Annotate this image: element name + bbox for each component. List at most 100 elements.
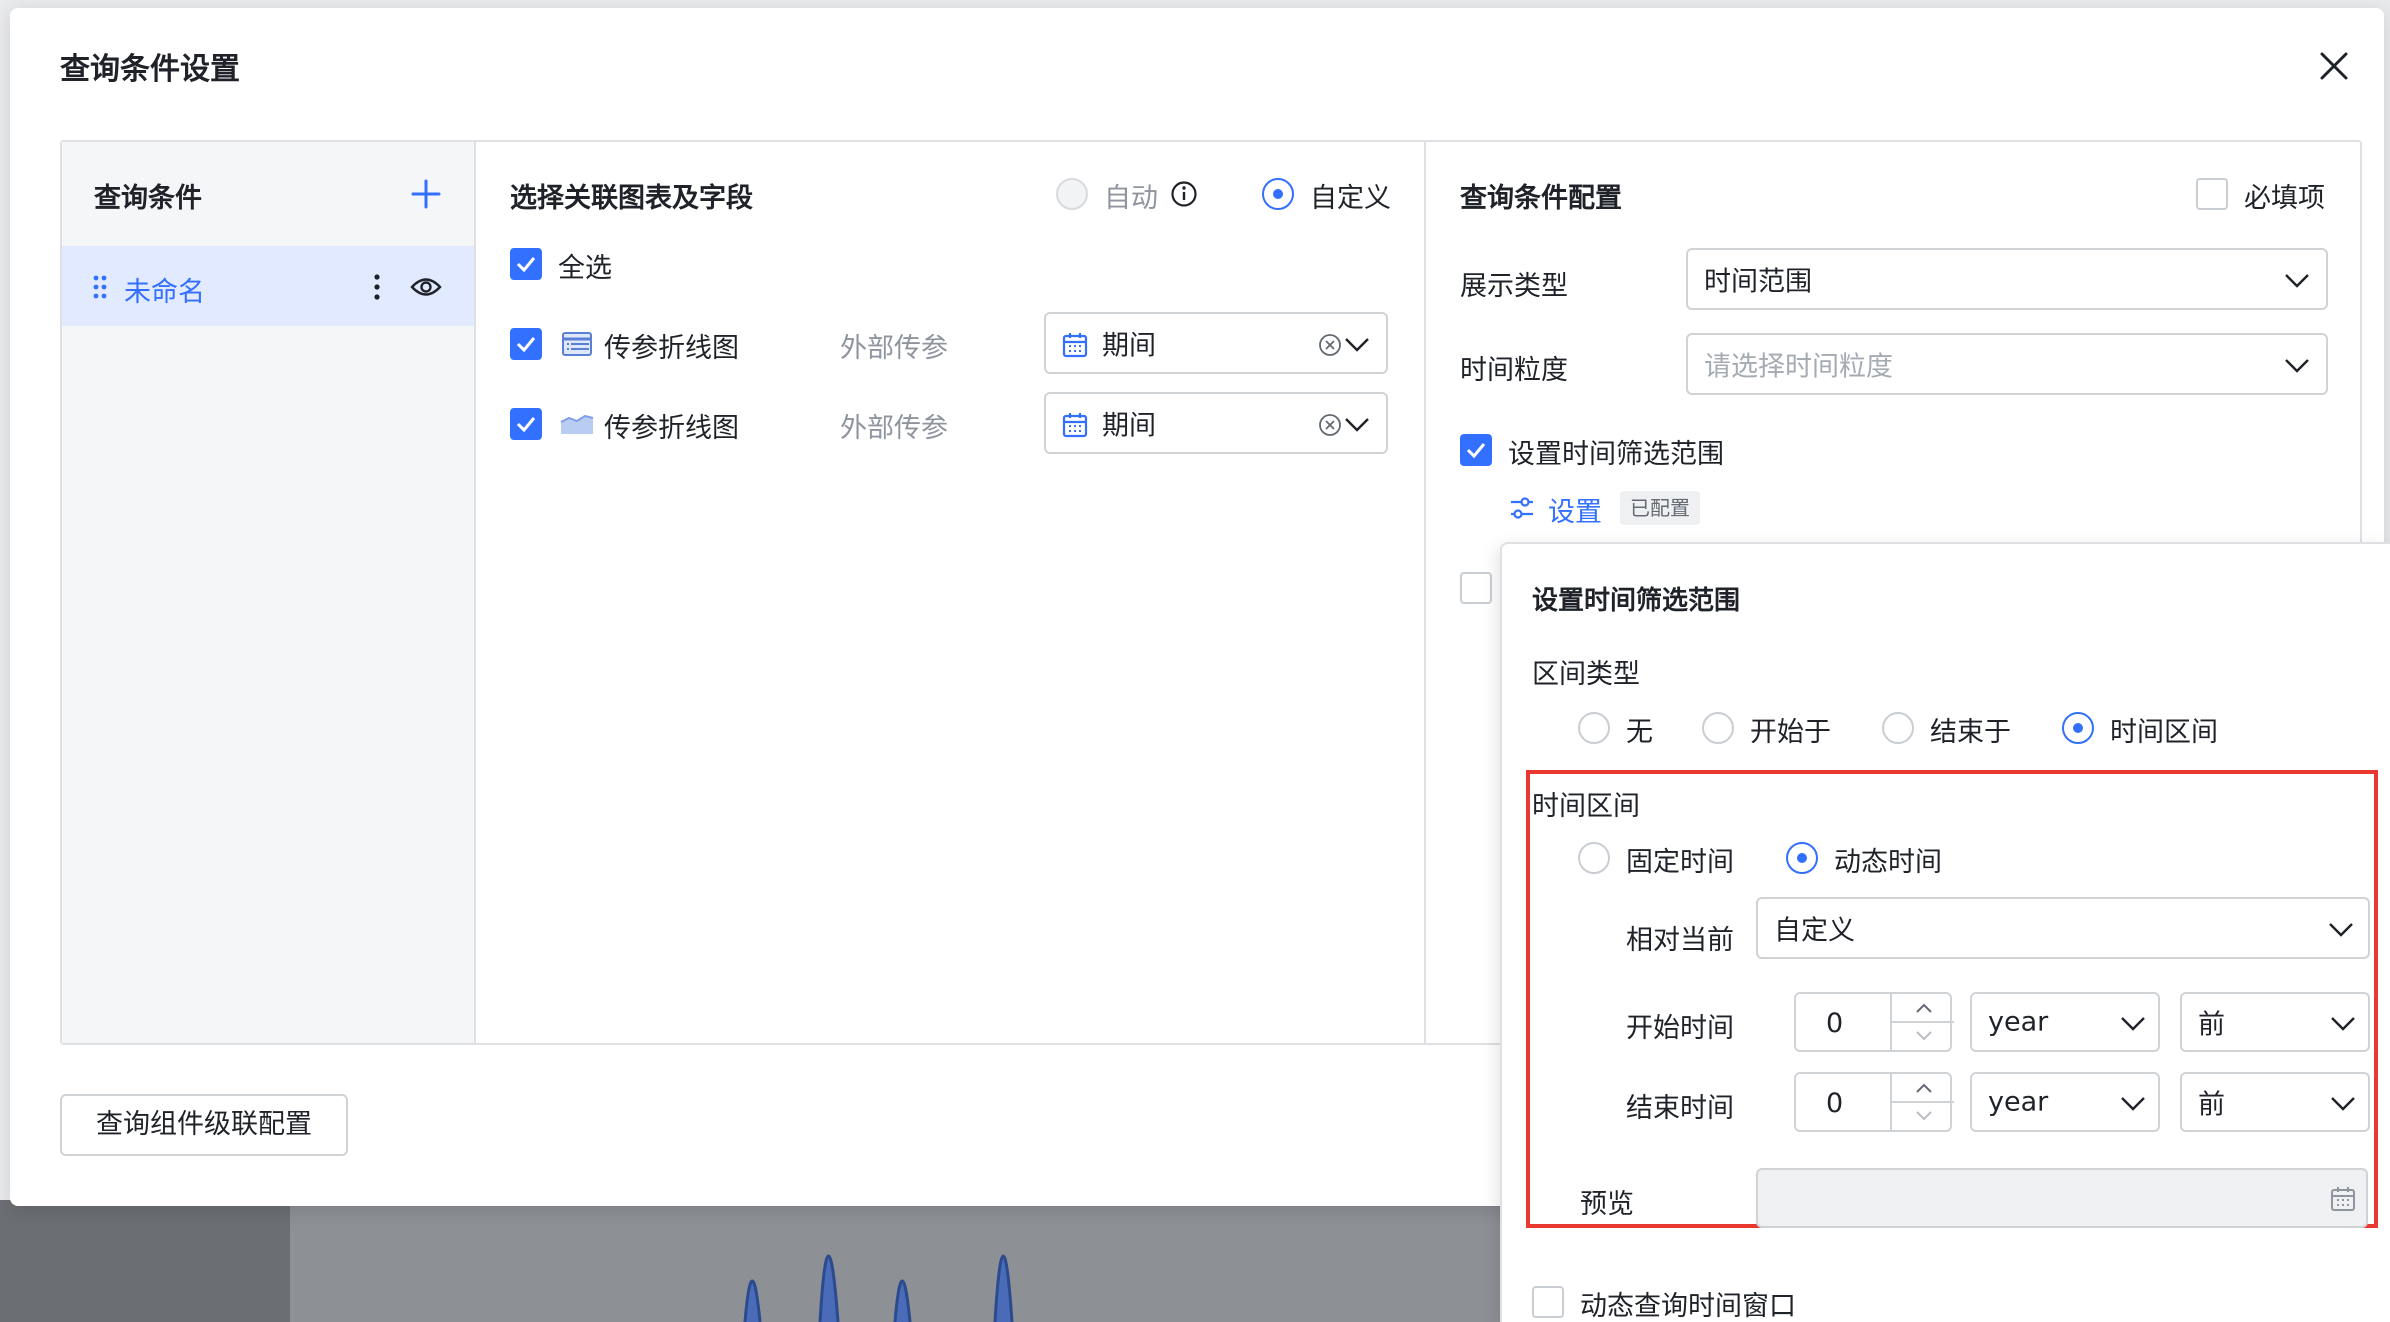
relative-value: 自定义 <box>1774 915 1855 947</box>
chevron-down-icon <box>2330 1016 2356 1032</box>
start-unit-value: year <box>1988 1006 2049 1038</box>
chart-row-checkbox[interactable] <box>510 328 542 360</box>
area-chart-icon <box>560 412 594 440</box>
time-granularity-label: 时间粒度 <box>1460 355 1568 386</box>
configured-tag: 已配置 <box>1620 491 1700 525</box>
start-time-label: 开始时间 <box>1626 1013 1734 1044</box>
end-unit-select[interactable]: year <box>1970 1072 2160 1132</box>
dynamic-time-radio[interactable] <box>1786 842 1818 874</box>
time-filter-label: 设置时间筛选范围 <box>1508 439 1724 470</box>
add-condition-icon[interactable] <box>410 178 442 210</box>
interval-end-label: 结束于 <box>1930 717 2011 748</box>
chevron-down-icon <box>2120 1096 2146 1112</box>
increment-icon[interactable] <box>1914 1080 1934 1099</box>
interval-range-radio[interactable] <box>2062 712 2094 744</box>
cascade-config-button[interactable]: 查询组件级联配置 <box>60 1094 348 1156</box>
display-type-label: 展示类型 <box>1460 271 1568 302</box>
more-vertical-icon[interactable] <box>372 272 382 306</box>
drag-handle-icon[interactable] <box>92 274 108 304</box>
select-all-label: 全选 <box>558 253 612 284</box>
settings-sliders-icon[interactable] <box>1508 494 1536 526</box>
chart-name: 传参折线图 <box>604 413 739 444</box>
decrement-icon[interactable] <box>1914 1028 1934 1047</box>
info-icon <box>1170 180 1198 212</box>
query-conditions-title: 查询条件 <box>94 183 202 214</box>
increment-icon[interactable] <box>1914 1000 1934 1019</box>
dynamic-window-checkbox[interactable] <box>1532 1286 1564 1318</box>
required-checkbox[interactable] <box>2196 178 2228 210</box>
end-unit-value: year <box>1988 1086 2049 1118</box>
field-select[interactable]: 期间 <box>1044 312 1388 374</box>
condition-item-label: 未命名 <box>124 277 205 308</box>
time-granularity-placeholder: 请选择时间粒度 <box>1704 351 1893 383</box>
display-type-value: 时间范围 <box>1704 266 1812 298</box>
preview-field <box>1756 1168 2368 1228</box>
end-time-label: 结束时间 <box>1626 1093 1734 1124</box>
popover-title: 设置时间筛选范围 <box>1532 586 1741 616</box>
chevron-down-icon <box>2330 1096 2356 1112</box>
second-option-checkbox[interactable] <box>1460 572 1492 604</box>
select-all-checkbox[interactable] <box>510 248 542 280</box>
end-offset-stepper[interactable]: 0 <box>1794 1072 1954 1132</box>
chart-source: 外部传参 <box>840 413 948 444</box>
preview-label: 预览 <box>1580 1189 1634 1220</box>
time-filter-settings-link[interactable]: 设置 <box>1548 490 1602 529</box>
dynamic-time-label: 动态时间 <box>1834 847 1942 878</box>
start-direction-select[interactable]: 前 <box>2180 992 2370 1052</box>
table-chart-icon <box>562 332 592 360</box>
start-offset-value: 0 <box>1826 1008 1844 1039</box>
chevron-down-icon <box>1344 337 1370 353</box>
calendar-icon <box>2330 1186 2356 1216</box>
interval-range-label: 时间区间 <box>2110 717 2218 748</box>
linked-charts-title: 选择关联图表及字段 <box>510 183 753 214</box>
interval-start-label: 开始于 <box>1750 717 1831 748</box>
chevron-down-icon <box>2120 1016 2146 1032</box>
chevron-down-icon <box>1344 417 1370 433</box>
calendar-icon <box>1062 332 1088 362</box>
condition-config-title: 查询条件配置 <box>1460 183 1622 214</box>
mode-auto-label: 自动 <box>1104 183 1158 214</box>
time-filter-checkbox[interactable] <box>1460 434 1492 466</box>
interval-start-radio[interactable] <box>1702 712 1734 744</box>
end-direction-select[interactable]: 前 <box>2180 1072 2370 1132</box>
interval-section-label: 时间区间 <box>1532 791 1640 822</box>
start-unit-select[interactable]: year <box>1970 992 2160 1052</box>
chart-row-checkbox[interactable] <box>510 408 542 440</box>
chevron-down-icon <box>2284 273 2310 289</box>
modal-title: 查询条件设置 <box>60 52 240 87</box>
close-icon[interactable] <box>2316 48 2352 84</box>
decrement-icon[interactable] <box>1914 1108 1934 1127</box>
eye-icon[interactable] <box>410 274 442 304</box>
chart-source: 外部传参 <box>840 333 948 364</box>
mode-custom-label: 自定义 <box>1310 183 1391 214</box>
field-value: 期间 <box>1102 330 1156 362</box>
calendar-icon <box>1062 412 1088 442</box>
mode-auto-radio <box>1056 178 1088 210</box>
chevron-down-icon <box>2328 922 2354 938</box>
clear-icon[interactable] <box>1318 413 1342 441</box>
end-offset-value: 0 <box>1826 1088 1844 1119</box>
interval-none-label: 无 <box>1626 717 1653 748</box>
linked-charts-column <box>476 142 1426 1043</box>
end-direction-value: 前 <box>2198 1089 2225 1121</box>
interval-end-radio[interactable] <box>1882 712 1914 744</box>
fixed-time-radio[interactable] <box>1578 842 1610 874</box>
relative-select[interactable]: 自定义 <box>1756 897 2370 959</box>
dynamic-window-label: 动态查询时间窗口 <box>1580 1291 1796 1322</box>
background-chart <box>290 1200 1590 1322</box>
interval-type-label: 区间类型 <box>1532 659 1640 690</box>
interval-none-radio[interactable] <box>1578 712 1610 744</box>
chevron-down-icon <box>2284 358 2310 374</box>
display-type-select[interactable]: 时间范围 <box>1686 248 2328 310</box>
required-label: 必填项 <box>2244 183 2325 214</box>
start-direction-value: 前 <box>2198 1009 2225 1041</box>
mode-custom-radio[interactable] <box>1262 178 1294 210</box>
fixed-time-label: 固定时间 <box>1626 847 1734 878</box>
start-offset-stepper[interactable]: 0 <box>1794 992 1954 1052</box>
chart-name: 传参折线图 <box>604 333 739 364</box>
time-granularity-select[interactable]: 请选择时间粒度 <box>1686 333 2328 395</box>
clear-icon[interactable] <box>1318 333 1342 361</box>
field-value: 期间 <box>1102 410 1156 442</box>
relative-label: 相对当前 <box>1626 925 1734 956</box>
field-select[interactable]: 期间 <box>1044 392 1388 454</box>
